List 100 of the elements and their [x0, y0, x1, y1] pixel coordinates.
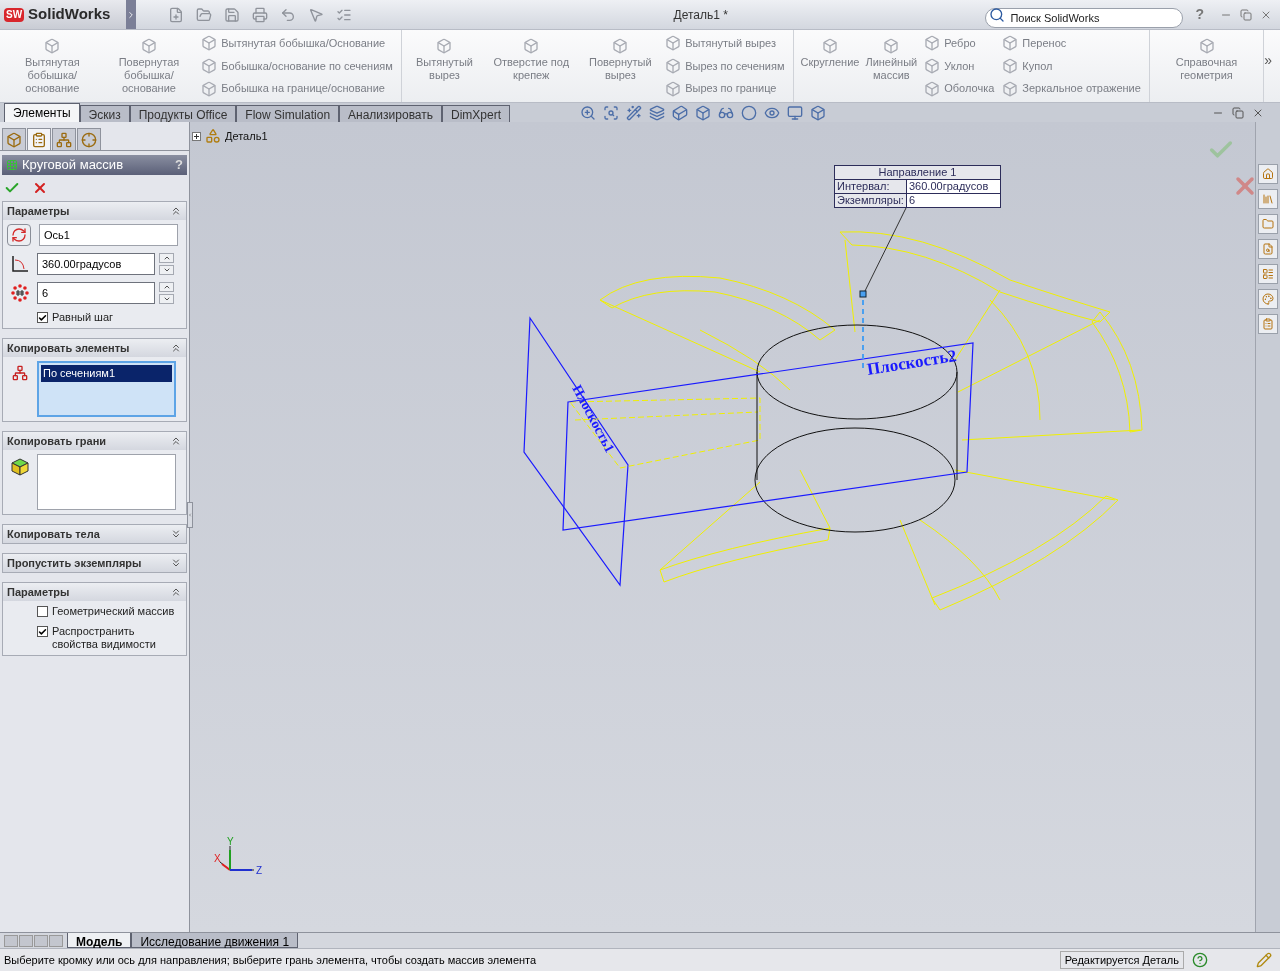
zoom-icon[interactable] [580, 104, 597, 121]
expand-plus-icon[interactable] [192, 131, 201, 141]
panel-tab[interactable] [52, 128, 76, 150]
ribbon-button[interactable]: Линейный массив [862, 30, 921, 102]
task-pane-tab[interactable] [1258, 214, 1278, 234]
checkbox-label: Распространить свойства видимости [52, 625, 157, 651]
model-tab[interactable]: Исследование движения 1 [131, 933, 299, 948]
spin-down-button[interactable] [159, 294, 174, 304]
printer-icon[interactable] [252, 6, 268, 23]
command-tab[interactable]: Эскиз [79, 105, 130, 122]
new-document-icon[interactable] [168, 6, 184, 23]
restore-icon[interactable] [1240, 8, 1252, 21]
window-title: Деталь1 * [673, 6, 728, 24]
checkbox[interactable] [37, 312, 48, 323]
task-pane-tab[interactable] [1258, 289, 1278, 309]
command-tab[interactable]: Анализировать [339, 105, 443, 122]
model-tab[interactable]: Модель [67, 933, 132, 948]
count-icon [10, 283, 30, 303]
pointer-icon[interactable] [308, 6, 324, 23]
panel-tab[interactable] [27, 128, 51, 150]
task-pane-tab[interactable] [1258, 239, 1278, 259]
caret-down-icon [162, 295, 171, 303]
wand-icon[interactable] [626, 104, 643, 121]
search-field[interactable]: Поиск SolidWorks [985, 7, 1184, 28]
layers-icon[interactable] [649, 104, 666, 121]
help-icon[interactable] [1192, 952, 1208, 968]
cancel-icon[interactable] [32, 180, 48, 196]
value-field[interactable]: 6 [37, 282, 155, 304]
ribbon-button[interactable]: Ребро [924, 35, 995, 52]
ribbon-button[interactable]: Купол [1002, 57, 1141, 75]
ribbon-button[interactable]: Вырез по границе [665, 80, 785, 97]
command-tab[interactable]: DimXpert [442, 105, 511, 122]
nav-arrow-button[interactable] [49, 934, 63, 947]
ribbon-button[interactable]: Вырез по сечениям [665, 57, 785, 75]
cube-icon[interactable] [672, 104, 689, 121]
restore-icon[interactable] [1232, 106, 1244, 119]
cube-icon[interactable] [695, 104, 712, 121]
panel-splitter-handle[interactable] [187, 502, 193, 528]
palette-icon [1262, 293, 1274, 305]
tree-icon [56, 131, 72, 148]
ribbon-button[interactable]: Бобышка/основание по сечениям [201, 57, 393, 75]
logo-badge: SW [4, 7, 25, 22]
ribbon-button[interactable]: Скругление [797, 30, 863, 102]
double-chevron-down-icon [170, 528, 182, 540]
nav-arrow-button[interactable] [4, 934, 18, 947]
sphere-icon[interactable] [741, 104, 758, 121]
selection-list[interactable] [37, 454, 176, 510]
ribbon-button[interactable]: Оболочка [924, 80, 995, 97]
panel-title: Круговой массив [22, 156, 125, 175]
folder-icon[interactable] [196, 6, 212, 23]
task-pane-tab[interactable] [1258, 314, 1278, 334]
value-field[interactable]: 360.00градусов [37, 253, 155, 275]
zoom-area-icon[interactable] [603, 104, 620, 121]
cube-icon [436, 38, 453, 54]
ribbon-button[interactable]: Повернутый вырез [579, 30, 662, 102]
tree-item[interactable]: Деталь1 [225, 128, 268, 145]
ribbon-button[interactable]: Вытянутая бобышка/основание [4, 30, 101, 102]
axis-field[interactable]: Ось1 [39, 224, 178, 246]
task-pane-tab[interactable] [1258, 164, 1278, 184]
nav-arrow-button[interactable] [19, 934, 33, 947]
callout-value[interactable]: 6 [907, 194, 1000, 207]
reverse-direction-button[interactable] [7, 224, 31, 246]
task-pane-tab[interactable] [1258, 264, 1278, 284]
checkbox[interactable] [37, 626, 48, 637]
command-tab[interactable]: Продукты Office [129, 105, 237, 122]
undo-icon[interactable] [280, 6, 296, 23]
task-pane-tab[interactable] [1258, 189, 1278, 209]
save-icon[interactable] [224, 6, 240, 23]
ribbon-button[interactable]: Вытянутый вырез [665, 35, 785, 52]
ribbon-button[interactable]: Вытянутая бобышка/Основание [201, 35, 393, 52]
ribbon-more-button[interactable]: » [1264, 30, 1280, 102]
spin-down-button[interactable] [159, 265, 174, 275]
help-button[interactable]: ? [1195, 4, 1204, 25]
callout-title: Направление 1 [877, 166, 958, 179]
ribbon-button[interactable]: Отверстие под крепеж [483, 30, 580, 102]
spin-up-button[interactable] [159, 282, 174, 292]
ribbon-button[interactable]: Перенос [1002, 35, 1141, 52]
ribbon-button[interactable]: Справочная геометрия [1153, 30, 1260, 102]
panel-tab[interactable] [2, 128, 26, 150]
spin-up-button[interactable] [159, 253, 174, 263]
monitor-icon[interactable] [787, 104, 804, 121]
menu-expand-button[interactable] [126, 0, 136, 29]
nav-arrow-button[interactable] [34, 934, 48, 947]
cube-icon[interactable] [810, 104, 827, 121]
checkbox[interactable] [37, 606, 48, 617]
panel-tab[interactable] [77, 128, 101, 150]
ribbon-button[interactable]: Бобышка на границе/основание [201, 80, 393, 97]
ribbon-button[interactable]: Вытянутый вырез [405, 30, 484, 102]
cube-icon [201, 58, 218, 74]
drag-handle[interactable] [859, 290, 867, 298]
callout-value[interactable]: 360.00градусов [907, 180, 1000, 193]
selection-list[interactable]: По сечениям1 [37, 361, 176, 417]
ribbon-button[interactable]: Зеркальное отражение [1002, 80, 1141, 97]
axis-line [862, 299, 864, 369]
command-tab[interactable]: Flow Simulation [236, 105, 340, 122]
pencil-icon[interactable] [1256, 952, 1272, 968]
ribbon-button[interactable]: Уклон [924, 57, 995, 75]
command-tab[interactable]: Элементы [4, 103, 80, 122]
ribbon-button[interactable]: Повернутая бобышка/основание [100, 30, 198, 102]
list-item[interactable]: По сечениям1 [41, 365, 172, 382]
